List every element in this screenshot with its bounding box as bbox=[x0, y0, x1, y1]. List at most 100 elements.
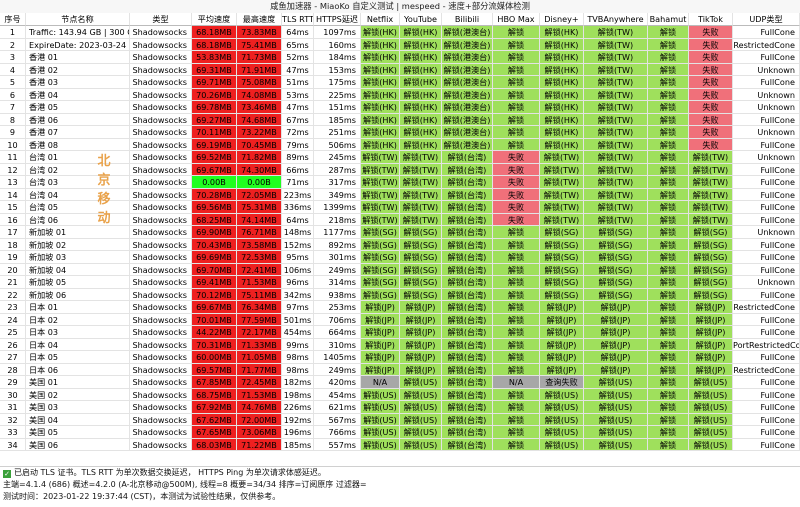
cell-bilibili: 解锁(港澳台) bbox=[442, 38, 493, 51]
cell-disney-plus: 解锁(TW) bbox=[540, 213, 584, 226]
cell-tls-rtt: 148ms bbox=[282, 226, 314, 239]
table-row: 1 Traffic: 143.94 GB | 300 GB Shadowsocks 6… bbox=[0, 26, 800, 39]
cell-avg-speed: 69.31MB bbox=[192, 63, 237, 76]
cell-avg-speed: 70.26MB bbox=[192, 88, 237, 101]
cell-type: Shadowsocks bbox=[130, 326, 192, 339]
cell-hbo-max: 解锁 bbox=[493, 26, 540, 39]
cell-type: Shadowsocks bbox=[130, 438, 192, 451]
header-netflix[interactable]: Netflix bbox=[361, 13, 400, 26]
cell-tvbanywhere: 解锁(TW) bbox=[584, 88, 648, 101]
cell-index: 19 bbox=[0, 251, 26, 264]
cell-hbo-max: 解锁 bbox=[493, 126, 540, 139]
cell-bilibili: 解锁(港澳台) bbox=[442, 101, 493, 114]
cell-disney-plus: 解锁(JP) bbox=[540, 301, 584, 314]
cell-bilibili: 解锁(台湾) bbox=[442, 376, 493, 389]
cell-netflix: 解锁(US) bbox=[361, 401, 400, 414]
table-row: 33 美国 05 Shadowsocks 67.65MB 73.06MB 196ms 766… bbox=[0, 426, 800, 439]
cell-youtube: 解锁(SG) bbox=[400, 276, 442, 289]
cell-tiktok: 解锁(JP) bbox=[689, 313, 733, 326]
cell-netflix: 解锁(US) bbox=[361, 426, 400, 439]
cell-bahamut: 解锁 bbox=[648, 188, 689, 201]
header-disney-plus[interactable]: Disney+ bbox=[540, 13, 584, 26]
header-avg-speed[interactable]: 平均速度 bbox=[192, 13, 237, 26]
cell-node-name: 美国 05 bbox=[26, 426, 130, 439]
cell-youtube: 解锁(HK) bbox=[400, 138, 442, 151]
cell-https-delay: 225ms bbox=[314, 88, 361, 101]
cell-bilibili: 解锁(台湾) bbox=[442, 326, 493, 339]
cell-hbo-max: 失败 bbox=[493, 151, 540, 164]
cell-node-name: 台湾 06 bbox=[26, 213, 130, 226]
cell-index: 12 bbox=[0, 163, 26, 176]
header-tvbanywhere[interactable]: TVBAnywhere bbox=[584, 13, 648, 26]
header-tls-rtt[interactable]: TLS RTT bbox=[282, 13, 314, 26]
header-bahamut[interactable]: Bahamut bbox=[648, 13, 689, 26]
cell-tvbanywhere: 解锁(SG) bbox=[584, 276, 648, 289]
cell-udp-type: RestrictedCone bbox=[733, 38, 800, 51]
cell-max-speed: 0.00B bbox=[237, 176, 282, 189]
cell-tls-rtt: 223ms bbox=[282, 188, 314, 201]
header-youtube[interactable]: YouTube bbox=[400, 13, 442, 26]
table-row: 29 美国 01 Shadowsocks 67.85MB 72.45MB 182ms 420… bbox=[0, 376, 800, 389]
cell-bahamut: 解锁 bbox=[648, 238, 689, 251]
cell-max-speed: 77.59MB bbox=[237, 313, 282, 326]
cell-index: 14 bbox=[0, 188, 26, 201]
cell-tls-rtt: 226ms bbox=[282, 401, 314, 414]
cell-tiktok: 解锁(JP) bbox=[689, 326, 733, 339]
cell-netflix: 解锁(JP) bbox=[361, 351, 400, 364]
cell-tvbanywhere: 解锁(US) bbox=[584, 388, 648, 401]
cell-youtube: 解锁(HK) bbox=[400, 51, 442, 64]
cell-netflix: 解锁(HK) bbox=[361, 113, 400, 126]
cell-index: 28 bbox=[0, 363, 26, 376]
cell-hbo-max: 解锁 bbox=[493, 238, 540, 251]
cell-node-name: 美国 06 bbox=[26, 438, 130, 451]
cell-bilibili: 解锁(港澳台) bbox=[442, 88, 493, 101]
cell-udp-type: FullCone bbox=[733, 413, 800, 426]
cell-tvbanywhere: 解锁(SG) bbox=[584, 251, 648, 264]
cell-avg-speed: 69.27MB bbox=[192, 113, 237, 126]
cell-netflix: 解锁(SG) bbox=[361, 288, 400, 301]
cell-avg-speed: 70.01MB bbox=[192, 313, 237, 326]
table-row: 21 新加坡 05 Shadowsocks 69.41MB 71.53MB 96ms 314… bbox=[0, 276, 800, 289]
cell-https-delay: 317ms bbox=[314, 176, 361, 189]
cell-udp-type: FullCone bbox=[733, 313, 800, 326]
cell-disney-plus: 解锁(TW) bbox=[540, 163, 584, 176]
cell-node-name: 新加坡 06 bbox=[26, 288, 130, 301]
cell-netflix: 解锁(SG) bbox=[361, 226, 400, 239]
cell-bilibili: 解锁(台湾) bbox=[442, 176, 493, 189]
header-hbo-max[interactable]: HBO Max bbox=[493, 13, 540, 26]
header-node-name[interactable]: 节点名称 bbox=[26, 13, 130, 26]
header-index[interactable]: 序号 bbox=[0, 13, 26, 26]
cell-tvbanywhere: 解锁(TW) bbox=[584, 51, 648, 64]
cell-tiktok: 失败 bbox=[689, 51, 733, 64]
cell-type: Shadowsocks bbox=[130, 76, 192, 89]
cell-type: Shadowsocks bbox=[130, 88, 192, 101]
table-row: 30 美国 02 Shadowsocks 68.75MB 71.53MB 198ms 454… bbox=[0, 388, 800, 401]
cell-netflix: 解锁(HK) bbox=[361, 138, 400, 151]
cell-avg-speed: 67.62MB bbox=[192, 413, 237, 426]
results-table: 序号 节点名称 类型 平均速度 最高速度 TLS RTT HTTPS延迟 Netflix You… bbox=[0, 13, 800, 466]
cell-hbo-max: 解锁 bbox=[493, 76, 540, 89]
header-bilibili[interactable]: Bilibili bbox=[442, 13, 493, 26]
cell-udp-type: FullCone bbox=[733, 263, 800, 276]
header-tiktok[interactable]: TikTok bbox=[689, 13, 733, 26]
cell-bahamut: 解锁 bbox=[648, 26, 689, 39]
header-max-speed[interactable]: 最高速度 bbox=[237, 13, 282, 26]
cell-type: Shadowsocks bbox=[130, 201, 192, 214]
cell-max-speed: 72.00MB bbox=[237, 413, 282, 426]
header-https-delay[interactable]: HTTPS延迟 bbox=[314, 13, 361, 26]
header-udp-type[interactable]: UDP类型 bbox=[733, 13, 800, 26]
cell-udp-type: FullCone bbox=[733, 351, 800, 364]
cell-https-delay: 151ms bbox=[314, 101, 361, 114]
table-row: 22 新加坡 06 Shadowsocks 70.12MB 75.11MB 342ms 93… bbox=[0, 288, 800, 301]
cell-disney-plus: 解锁(HK) bbox=[540, 76, 584, 89]
cell-node-name: 美国 03 bbox=[26, 401, 130, 414]
cell-https-delay: 287ms bbox=[314, 163, 361, 176]
cell-disney-plus: 解锁(HK) bbox=[540, 126, 584, 139]
watermark-char: 动 bbox=[97, 211, 111, 226]
cell-avg-speed: 60.00MB bbox=[192, 351, 237, 364]
cell-type: Shadowsocks bbox=[130, 401, 192, 414]
cell-tiktok: 解锁(TW) bbox=[689, 188, 733, 201]
cell-bahamut: 解锁 bbox=[648, 63, 689, 76]
header-type[interactable]: 类型 bbox=[130, 13, 192, 26]
cell-hbo-max: 解锁 bbox=[493, 138, 540, 151]
